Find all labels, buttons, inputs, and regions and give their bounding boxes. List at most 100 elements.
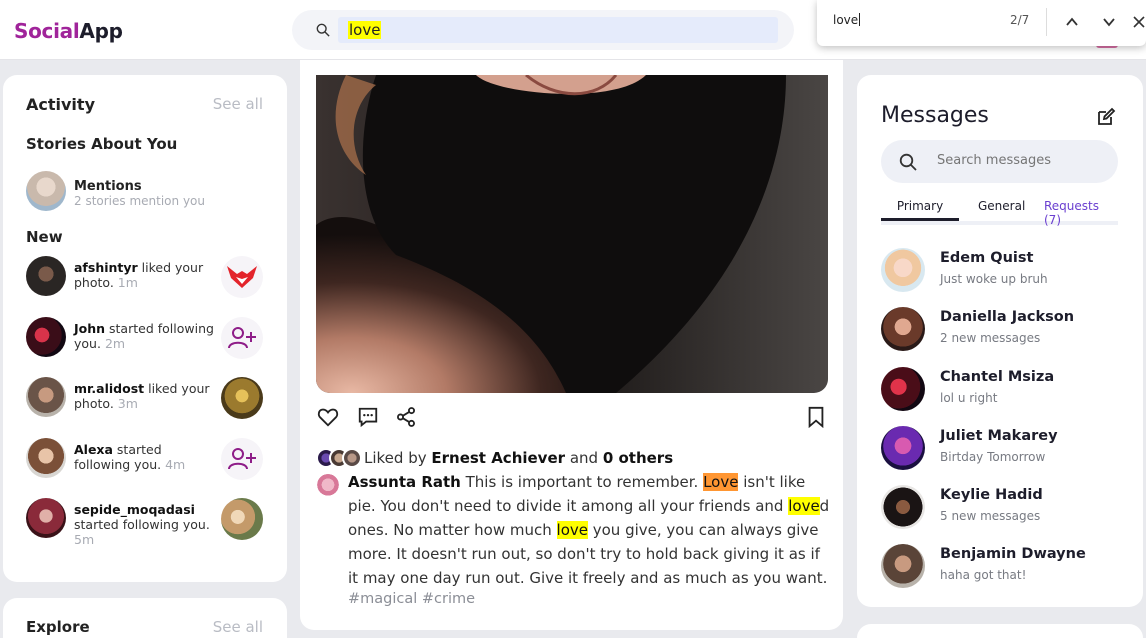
avatar (881, 485, 925, 529)
tab-general[interactable]: General (978, 199, 1025, 221)
logo-text-social: Social (14, 19, 80, 43)
message-contact[interactable]: Daniella Jackson 2 new messages (881, 307, 1118, 351)
feed-post: Liked by Ernest Achiever and 0 others As… (300, 60, 843, 630)
contact-last-message: 5 new messages (940, 509, 1041, 523)
find-close-button[interactable] (1128, 11, 1146, 33)
avatar[interactable] (26, 377, 66, 417)
like-heart-icon[interactable] (317, 406, 339, 428)
post-hashtags[interactable]: #magical #crime (348, 591, 475, 607)
liker-avatar[interactable] (342, 448, 362, 468)
find-input[interactable]: love (833, 13, 860, 27)
bookmark-icon[interactable] (805, 406, 827, 428)
contact-name: Chantel Msiza (940, 369, 1055, 385)
liked-photo-thumbnail[interactable] (221, 377, 263, 419)
find-highlight-current: Love (703, 473, 739, 491)
avatar[interactable] (26, 438, 66, 478)
edit-icon[interactable] (1096, 107, 1116, 127)
post-photo (316, 75, 828, 393)
logo-text-app: App (79, 19, 123, 43)
notification-time: 1m (117, 275, 138, 290)
notification-user[interactable]: sepide_moqadasi (74, 502, 195, 517)
notification-item[interactable]: Alexa started following you. 4m (26, 438, 266, 480)
post-image[interactable] (316, 75, 828, 393)
notification-user[interactable]: John (74, 321, 105, 336)
explore-see-all-link[interactable]: See all (213, 618, 263, 636)
post-author-name[interactable]: Assunta Rath (348, 473, 461, 491)
notification-text: afshintyr liked your photo. 1m (74, 260, 214, 290)
mentions-avatar[interactable] (26, 171, 66, 211)
tab-requests[interactable]: Requests (7) (1044, 199, 1118, 227)
explore-title: Explore (26, 618, 90, 636)
messages-card: Messages Primary General Requests (7) Ed… (857, 75, 1143, 607)
message-contact[interactable]: Juliet Makarey Birtday Tomorrow (881, 426, 1118, 470)
find-divider (1046, 8, 1047, 36)
search-icon (899, 153, 917, 171)
notification-item[interactable]: mr.alidost liked your photo. 3m (26, 377, 266, 419)
close-icon (1133, 16, 1145, 28)
follow-back-button[interactable] (221, 317, 263, 359)
notification-user[interactable]: afshintyr (74, 260, 138, 275)
post-author-avatar[interactable] (316, 474, 340, 498)
notification-text: mr.alidost liked your photo. 3m (74, 381, 214, 411)
notification-item[interactable]: John started following you. 2m (26, 317, 266, 359)
messages-search-input[interactable] (937, 153, 1107, 168)
message-contact[interactable]: Edem Quist Just woke up bruh (881, 248, 1118, 292)
message-contact[interactable]: Chantel Msiza lol u right (881, 367, 1118, 411)
message-contact[interactable]: Benjamin Dwayne haha got that! (881, 544, 1118, 588)
stories-heading: Stories About You (26, 135, 178, 153)
add-user-icon (228, 448, 256, 470)
explore-card: Explore See all (3, 598, 287, 638)
contact-last-message: Just woke up bruh (940, 272, 1048, 286)
follow-back-button[interactable] (221, 438, 263, 480)
caption-text: This is important to remember. (460, 473, 704, 491)
search-icon (316, 23, 330, 37)
comment-icon[interactable] (357, 406, 379, 428)
search-input[interactable]: love (338, 17, 778, 43)
find-previous-button[interactable] (1061, 11, 1083, 33)
avatar[interactable] (26, 317, 66, 357)
chevron-down-icon (1103, 18, 1115, 27)
liked-by-user[interactable]: Ernest Achiever (431, 449, 565, 467)
notification-action: started following you. (74, 517, 210, 532)
notification-time: 3m (117, 396, 138, 411)
likes-others-count[interactable]: 0 others (603, 449, 673, 467)
contact-last-message: haha got that! (940, 568, 1027, 582)
notification-text: John started following you. 2m (74, 321, 214, 351)
avatar (881, 426, 925, 470)
avatar (881, 248, 925, 292)
find-highlight: love (788, 497, 820, 515)
contact-name: Edem Quist (940, 250, 1034, 266)
chevron-up-icon (1066, 17, 1078, 26)
find-in-page-bar: love 2/7 (817, 0, 1146, 46)
avatar[interactable] (26, 256, 66, 296)
add-user-icon (228, 327, 256, 349)
liked-photo-thumbnail[interactable] (221, 256, 263, 298)
notification-item[interactable]: sepide_moqadasi started following you. 5… (26, 498, 266, 547)
mentions-label[interactable]: Mentions (74, 179, 142, 194)
message-contact[interactable]: Keylie Hadid 5 new messages (881, 485, 1118, 529)
likes-text: Liked by Ernest Achiever and 0 others (364, 449, 673, 467)
notification-item[interactable]: afshintyr liked your photo. 1m (26, 256, 266, 298)
likes-prefix: Liked by (364, 449, 432, 467)
find-highlight: love (556, 521, 588, 539)
contact-name: Keylie Hadid (940, 487, 1043, 503)
liked-photo-thumbnail[interactable] (221, 498, 263, 540)
notification-time: 5m (74, 532, 95, 547)
notification-time: 4m (165, 457, 186, 472)
avatar (881, 544, 925, 588)
messages-search-bar[interactable] (881, 140, 1118, 183)
share-icon[interactable] (395, 406, 417, 428)
contact-last-message: lol u right (940, 391, 998, 405)
avatar[interactable] (26, 498, 66, 538)
find-next-button[interactable] (1098, 11, 1120, 33)
notification-user[interactable]: mr.alidost (74, 381, 144, 396)
notification-user[interactable]: Alexa (74, 442, 113, 457)
tab-primary[interactable]: Primary (881, 199, 959, 221)
app-logo[interactable]: SocialApp (14, 19, 123, 43)
global-search-bar[interactable]: love (292, 10, 794, 50)
post-caption: Assunta Rath This is important to rememb… (348, 470, 832, 590)
activity-see-all-link[interactable]: See all (213, 95, 263, 113)
activity-title: Activity (26, 95, 95, 114)
likes-connector: and (565, 449, 603, 467)
activity-card: Activity See all Stories About You Menti… (3, 75, 287, 582)
